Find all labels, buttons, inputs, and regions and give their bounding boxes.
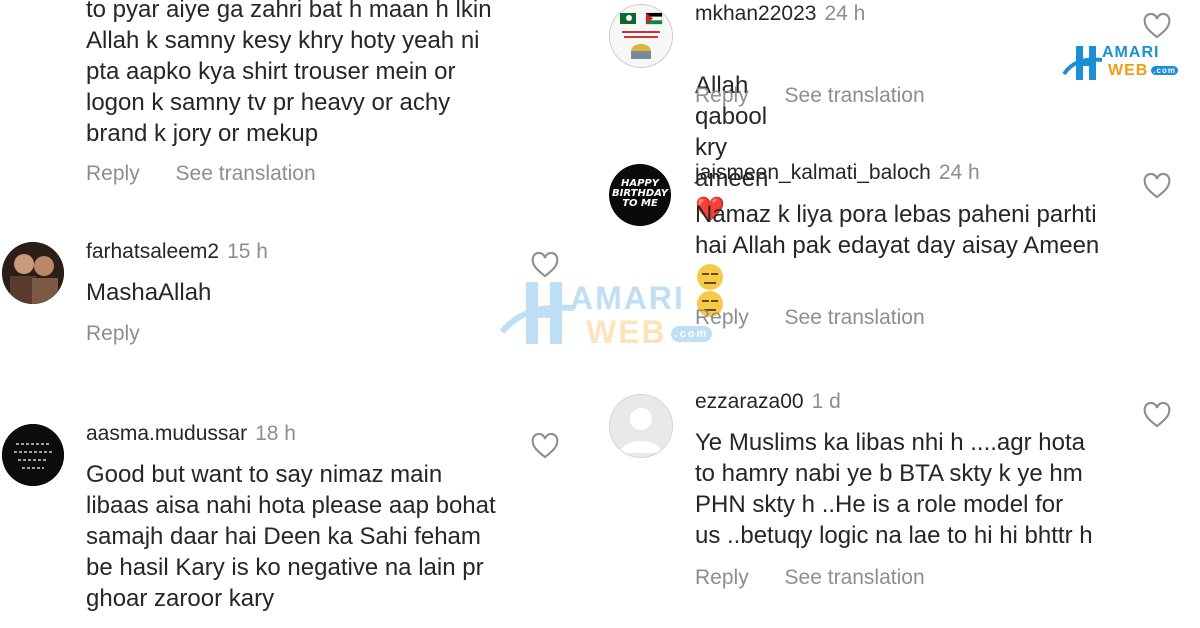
watermark-icon — [500, 282, 575, 344]
see-translation-button[interactable]: See translation — [785, 566, 925, 589]
comment-text: MashaAllah — [86, 279, 212, 306]
avatar-photo — [2, 242, 64, 304]
reply-button[interactable]: Reply — [695, 84, 749, 107]
avatar-birthday-text: HAPPY BIRTHDAY TO ME — [612, 178, 668, 209]
comment-actions: Reply — [86, 322, 170, 346]
like-heart-icon[interactable] — [1143, 173, 1171, 199]
reply-button[interactable]: Reply — [695, 306, 749, 329]
like-heart-icon[interactable] — [531, 252, 559, 278]
avatar[interactable] — [609, 394, 673, 458]
comment-username[interactable]: mkhan22023 24 h — [695, 2, 865, 26]
avatar[interactable]: HAPPY BIRTHDAY TO ME — [609, 164, 671, 226]
default-avatar-icon — [610, 395, 672, 457]
avatar[interactable] — [609, 4, 673, 68]
comment-actions: Reply See translation — [695, 306, 955, 330]
brand-logo: AMARI WEB .com — [1062, 44, 1182, 84]
comment-username[interactable]: jaismeen_kalmati_baloch 24 h — [695, 161, 980, 185]
username-text[interactable]: mkhan22023 — [695, 2, 816, 25]
reply-button[interactable]: Reply — [695, 566, 749, 589]
flags-avatar-icon — [610, 5, 672, 67]
comment-time: 24 h — [938, 161, 980, 184]
avatar[interactable] — [2, 242, 64, 304]
brand-suffix: .com — [1151, 66, 1178, 75]
comment-time: 15 h — [227, 240, 268, 263]
like-heart-icon[interactable] — [1143, 13, 1171, 39]
comment-text: Good but want to say nimaz main libaas a… — [86, 461, 496, 612]
reply-button[interactable]: Reply — [86, 162, 140, 185]
comment-actions: Reply See translation — [86, 162, 346, 186]
username-text[interactable]: farhatsaleem2 — [86, 240, 219, 263]
center-watermark: AMARI WEB .com — [500, 280, 713, 351]
expressionless-face-icon — [697, 264, 723, 290]
see-translation-button[interactable]: See translation — [785, 84, 925, 107]
brand-logo-text: AMARI — [1102, 44, 1160, 61]
comment-text: Ye Muslims ka libas nhi h ....agr hota t… — [695, 429, 1093, 549]
comment-text: to pyar aiye ga zahri bat h maan h lkin … — [86, 0, 492, 147]
comment-actions: Reply See translation — [695, 84, 955, 108]
comment-actions: Reply See translation — [695, 566, 955, 590]
like-heart-icon[interactable] — [531, 433, 559, 459]
username-text[interactable]: ezzaraza00 — [695, 390, 804, 413]
comment-username[interactable]: aasma.mudussar 18 h — [86, 422, 296, 446]
avatar[interactable] — [2, 424, 64, 486]
brand-logo-icon — [1062, 46, 1103, 80]
see-translation-button[interactable]: See translation — [785, 306, 925, 329]
comment-time: 18 h — [255, 422, 296, 445]
username-text[interactable]: aasma.mudussar — [86, 422, 247, 445]
watermark-subtext: WEB .com — [586, 314, 713, 351]
see-translation-button[interactable]: See translation — [176, 162, 316, 185]
comment-text: Namaz k liya pora lebas paheni parhti ha… — [695, 201, 1100, 259]
comment-time: 24 h — [824, 2, 866, 25]
like-heart-icon[interactable] — [1143, 402, 1171, 428]
brand-logo-subtext: WEB .com — [1108, 62, 1178, 80]
watermark-web-text: WEB — [586, 314, 667, 350]
comment-username[interactable]: ezzaraza00 1 d — [695, 390, 841, 414]
brand-web-text: WEB — [1108, 62, 1149, 79]
avatar-calligraphy — [2, 424, 64, 486]
username-text[interactable]: jaismeen_kalmati_baloch — [695, 161, 931, 184]
comment-text: Allah qabool kry ameen❤️ — [695, 39, 768, 225]
reply-button[interactable]: Reply — [86, 322, 140, 345]
comment-time: 1 d — [811, 390, 841, 413]
comment-username[interactable]: farhatsaleem2 15 h — [86, 240, 268, 264]
watermark-text: AMARI — [570, 280, 685, 316]
